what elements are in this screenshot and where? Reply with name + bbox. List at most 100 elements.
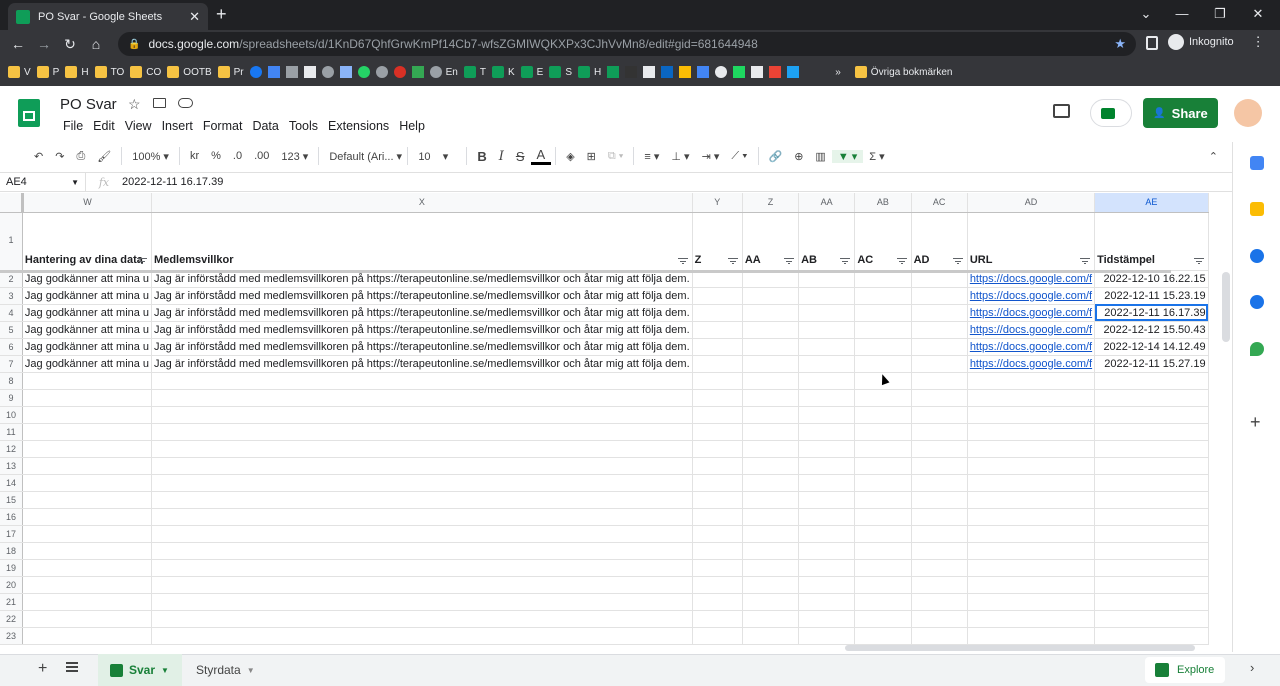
cell[interactable] — [22, 508, 153, 526]
calendar-icon[interactable] — [1250, 156, 1264, 170]
header-cell[interactable]: Z — [692, 212, 743, 271]
cell-terms[interactable]: Jag är införstådd med medlemsvillkoren p… — [151, 355, 693, 373]
photos-icon[interactable] — [769, 66, 782, 78]
cell[interactable] — [151, 491, 693, 509]
cell[interactable] — [1094, 423, 1209, 441]
vertical-scrollbar[interactable] — [1222, 272, 1230, 342]
cell[interactable] — [854, 389, 912, 407]
cell-timestamp[interactable]: 2022-12-12 15.50.43 — [1094, 321, 1209, 339]
cell[interactable] — [22, 627, 153, 645]
maps-icon[interactable] — [1250, 342, 1264, 356]
font-size-select[interactable]: 10 ▾ — [412, 150, 462, 163]
more-formats-button[interactable]: 123 ▾ — [275, 150, 314, 163]
column-header[interactable]: X — [151, 193, 693, 213]
cell[interactable] — [1094, 372, 1209, 390]
cell-terms[interactable]: Jag är införstådd med medlemsvillkoren p… — [151, 304, 693, 322]
cell[interactable] — [151, 542, 693, 560]
cell[interactable] — [798, 525, 856, 543]
row-header[interactable]: 22 — [0, 610, 23, 628]
cell[interactable] — [798, 457, 856, 475]
move-folder-icon[interactable] — [153, 98, 166, 108]
filter-icon[interactable] — [1080, 257, 1091, 265]
cell[interactable] — [911, 559, 968, 577]
row-header[interactable]: 7 — [0, 355, 23, 373]
cell[interactable] — [854, 457, 912, 475]
row-header[interactable]: 15 — [0, 491, 23, 509]
site-icon[interactable] — [339, 66, 352, 78]
header-cell[interactable]: Medlemsvillkor — [151, 212, 693, 271]
browser-tab[interactable]: PO Svar - Google Sheets ✕ — [8, 3, 208, 30]
functions-icon[interactable]: Σ ▾ — [863, 150, 890, 163]
cell[interactable] — [742, 593, 800, 611]
select-all-corner[interactable] — [0, 193, 24, 213]
cell[interactable] — [742, 508, 800, 526]
cell[interactable] — [22, 491, 153, 509]
cell[interactable] — [22, 559, 153, 577]
header-cell[interactable]: AC — [854, 212, 912, 271]
cell[interactable] — [911, 525, 968, 543]
cell[interactable] — [911, 491, 968, 509]
cell-terms[interactable]: Jag är införstådd med medlemsvillkoren p… — [151, 338, 693, 356]
cell[interactable] — [742, 440, 800, 458]
cell[interactable] — [854, 355, 912, 373]
cell[interactable] — [798, 406, 856, 424]
cell-url[interactable]: https://docs.google.com/f — [967, 338, 1096, 356]
all-sheets-icon[interactable] — [66, 662, 78, 672]
cell[interactable] — [151, 457, 693, 475]
undo-icon[interactable]: ↶ — [28, 150, 49, 163]
cell-url[interactable]: https://docs.google.com/f — [967, 287, 1096, 305]
cell-consent[interactable]: Jag godkänner att mina u — [22, 304, 153, 322]
text-color-icon[interactable]: A — [530, 147, 552, 165]
cell[interactable] — [1094, 440, 1209, 458]
header-cell[interactable]: AD — [911, 212, 968, 271]
more-menu-icon[interactable]: ⋮ — [1252, 34, 1265, 50]
cell[interactable] — [692, 389, 743, 407]
column-header[interactable]: AC — [911, 193, 968, 213]
cell[interactable] — [22, 423, 153, 441]
cell[interactable] — [854, 338, 912, 356]
cell[interactable] — [1094, 576, 1209, 594]
cell[interactable] — [798, 338, 856, 356]
side-panel-toggle-icon[interactable] — [1146, 36, 1158, 50]
cell-consent[interactable]: Jag godkänner att mina u — [22, 355, 153, 373]
cell[interactable] — [22, 593, 153, 611]
minimize-icon[interactable]: — — [1172, 6, 1192, 21]
cell[interactable] — [967, 593, 1096, 611]
cell[interactable] — [854, 406, 912, 424]
italic-icon[interactable]: I — [493, 149, 510, 164]
cell[interactable] — [854, 491, 912, 509]
row-header[interactable]: 1 — [0, 212, 23, 271]
cell[interactable] — [151, 423, 693, 441]
cell[interactable] — [798, 287, 856, 305]
close-tab-icon[interactable]: ✕ — [189, 9, 200, 25]
bookmark-item[interactable]: K — [491, 66, 515, 78]
whatsapp-icon[interactable] — [357, 66, 370, 78]
merge-cells-icon[interactable]: ⧉ ▾ — [602, 150, 630, 163]
cell[interactable] — [742, 321, 800, 339]
cell[interactable] — [742, 389, 800, 407]
drive-icon[interactable] — [267, 66, 280, 78]
cell[interactable] — [742, 491, 800, 509]
cell[interactable] — [742, 457, 800, 475]
add-addon-icon[interactable]: + — [1250, 412, 1261, 433]
cell[interactable] — [151, 406, 693, 424]
cell-terms[interactable]: Jag är införstådd med medlemsvillkoren p… — [151, 287, 693, 305]
cell[interactable] — [742, 525, 800, 543]
menu-extensions[interactable]: Extensions — [323, 119, 394, 133]
header-cell[interactable]: AA — [742, 212, 800, 271]
cell[interactable] — [798, 610, 856, 628]
cell[interactable] — [22, 372, 153, 390]
cell-url[interactable]: https://docs.google.com/f — [967, 355, 1096, 373]
row-header[interactable]: 18 — [0, 542, 23, 560]
cell[interactable] — [692, 287, 743, 305]
cell[interactable] — [967, 372, 1096, 390]
cell[interactable] — [1094, 610, 1209, 628]
row-header[interactable]: 5 — [0, 321, 23, 339]
cell[interactable] — [911, 406, 968, 424]
filter-icon[interactable] — [840, 257, 851, 265]
cell[interactable] — [967, 542, 1096, 560]
column-header[interactable]: W — [22, 193, 153, 213]
site-icon[interactable] — [393, 66, 406, 78]
row-header[interactable]: 17 — [0, 525, 23, 543]
cell-terms[interactable]: Jag är införstådd med medlemsvillkoren p… — [151, 321, 693, 339]
